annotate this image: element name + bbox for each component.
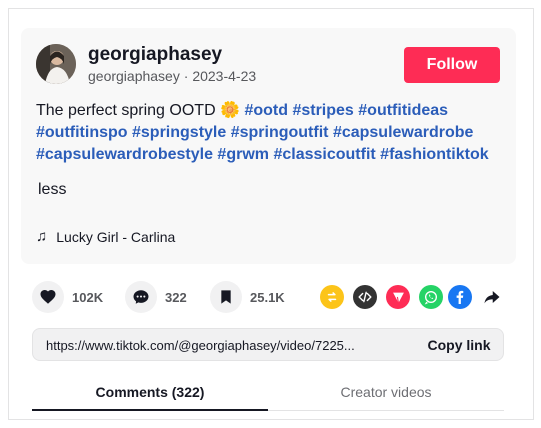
more-share-button[interactable] (480, 285, 504, 309)
author-name[interactable]: georgiaphasey (88, 44, 222, 66)
tab-active-indicator (32, 409, 268, 411)
less-toggle[interactable]: less (38, 181, 66, 199)
video-url[interactable]: https://www.tiktok.com/@georgiaphasey/vi… (46, 338, 355, 353)
send-icon (392, 292, 404, 303)
comment-stat: 322 (125, 281, 187, 313)
avatar[interactable] (36, 44, 76, 84)
tab-creator-videos[interactable]: Creator videos (268, 384, 504, 400)
comment-count: 322 (165, 289, 187, 305)
copy-link-button[interactable]: Copy link (415, 329, 503, 360)
music-title: Lucky Girl - Carlina (56, 228, 176, 245)
repost-button[interactable] (320, 285, 344, 309)
hashtag-springoutfit[interactable]: #springoutfit (231, 124, 329, 141)
repost-icon (327, 292, 337, 302)
like-stat: 102K (32, 281, 103, 313)
hashtag-grwm[interactable]: #grwm (217, 146, 269, 163)
hashtag-outfitinspo[interactable]: #outfitinspo (36, 124, 128, 141)
share-arrow-icon (484, 291, 500, 304)
bookmark-icon (221, 290, 231, 304)
send-to-friends-button[interactable] (386, 285, 410, 309)
hashtag-springstyle[interactable]: #springstyle (132, 124, 226, 141)
hashtag-outfitideas[interactable]: #outfitideas (358, 102, 448, 119)
save-stat: 25.1K (210, 281, 285, 313)
description-text: The perfect spring OOTD (36, 102, 216, 119)
hashtag-capsulewardrobe[interactable]: #capsulewardrobe (333, 124, 474, 141)
comment-button[interactable] (125, 281, 157, 313)
subline-separator: · (179, 68, 193, 84)
share-link-box: https://www.tiktok.com/@georgiaphasey/vi… (32, 328, 504, 361)
whatsapp-icon (424, 291, 437, 305)
whatsapp-button[interactable] (419, 285, 443, 309)
like-count: 102K (72, 289, 104, 305)
hashtag-stripes[interactable]: #stripes (292, 102, 353, 119)
save-count: 25.1K (250, 289, 285, 305)
hashtag-classicoutfit[interactable]: #classicoutfit (273, 146, 375, 163)
comment-icon (133, 290, 149, 304)
author-handle[interactable]: georgiaphasey (88, 68, 180, 84)
author-subline: georgiaphasey · 2023-4-23 (88, 68, 256, 84)
music-link[interactable]: ♫ Lucky Girl - Carlina (36, 228, 175, 245)
hashtag-capsulewardrobestyle[interactable]: #capsulewardrobestyle (36, 146, 213, 163)
flower-emoji: 🌼 (220, 102, 240, 119)
embed-icon (358, 291, 372, 303)
save-button[interactable] (210, 281, 242, 313)
follow-button[interactable]: Follow (404, 47, 500, 83)
heart-icon (40, 289, 56, 304)
embed-button[interactable] (353, 285, 377, 309)
tab-comments[interactable]: Comments (322) (32, 384, 268, 400)
facebook-icon (456, 290, 464, 304)
post-description: The perfect spring OOTD 🌼 #ootd #stripes… (36, 100, 506, 166)
music-note-icon: ♫ (36, 228, 48, 245)
facebook-button[interactable] (448, 285, 472, 309)
post-date: 2023-4-23 (192, 68, 257, 84)
like-button[interactable] (32, 281, 64, 313)
hashtag-fashiontiktok[interactable]: #fashiontiktok (380, 146, 488, 163)
hashtag-ootd[interactable]: #ootd (244, 102, 288, 119)
